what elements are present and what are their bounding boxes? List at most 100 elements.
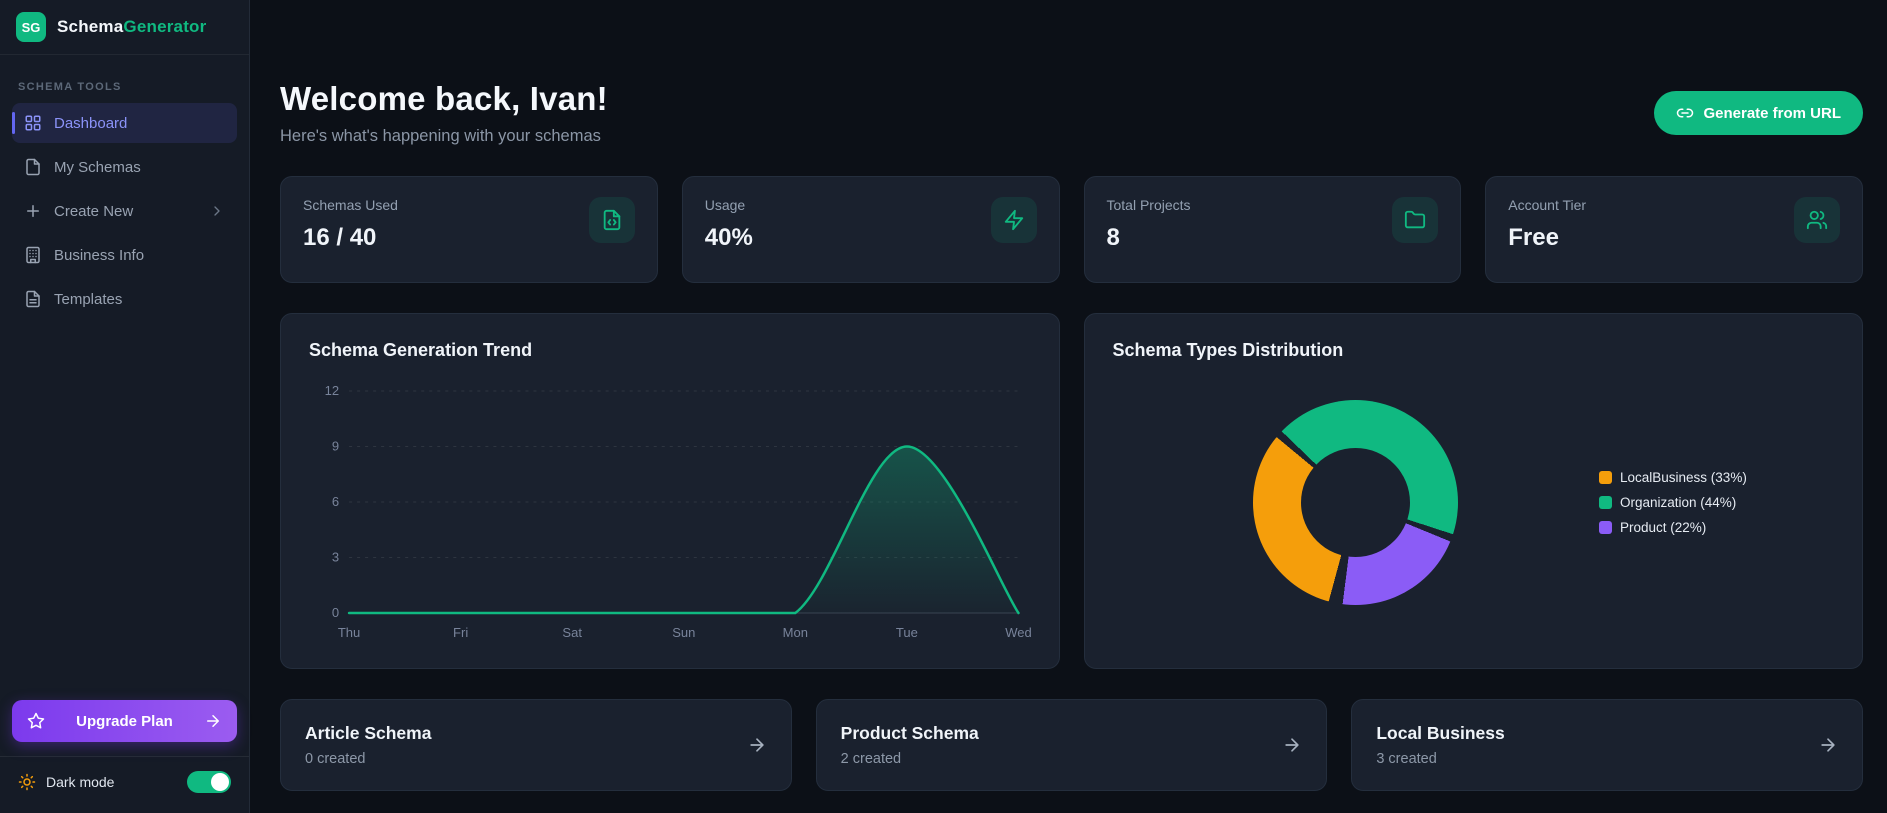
arrow-right-icon bbox=[1818, 735, 1838, 755]
svg-text:Fri: Fri bbox=[453, 625, 468, 640]
arrow-right-icon bbox=[1282, 735, 1302, 755]
stat-value: 8 bbox=[1106, 224, 1120, 251]
link-icon bbox=[1676, 104, 1694, 122]
stat-card-total-projects: Total Projects 8 bbox=[1083, 176, 1462, 283]
app-logo: SG bbox=[16, 12, 46, 42]
generate-from-url-label: Generate from URL bbox=[1703, 104, 1841, 122]
svg-text:Sun: Sun bbox=[672, 625, 695, 640]
zap-icon bbox=[990, 197, 1037, 243]
sidebar-item-label: My Schemas bbox=[54, 158, 141, 176]
stat-text: Usage 40% bbox=[705, 197, 753, 262]
stat-label: Total Projects bbox=[1106, 197, 1191, 213]
quick-action-text: Product Schema 2 created bbox=[841, 723, 979, 767]
legend-item-localbusiness: LocalBusiness (33%) bbox=[1599, 470, 1834, 485]
dark-mode-toggle[interactable] bbox=[187, 771, 231, 793]
file-code-icon bbox=[588, 197, 635, 243]
stat-label: Account Tier bbox=[1508, 197, 1587, 213]
file-icon bbox=[24, 158, 42, 176]
quick-actions-row: Article Schema 0 created Product Schema … bbox=[280, 699, 1863, 791]
sun-icon bbox=[18, 773, 36, 791]
page-subtitle: Here's what's happening with your schema… bbox=[280, 127, 601, 145]
welcome-block: Welcome back, Ivan! Here's what's happen… bbox=[280, 80, 608, 146]
star-icon bbox=[27, 712, 45, 730]
sidebar-item-templates[interactable]: Templates bbox=[12, 279, 237, 319]
brand-part2: Generator bbox=[123, 17, 207, 36]
charts-row: Schema Generation Trend 0 3 6 9 12 Thu Fri Sat S… bbox=[280, 313, 1863, 669]
sidebar-item-my-schemas[interactable]: My Schemas bbox=[12, 147, 237, 187]
quick-action-text: Local Business 3 created bbox=[1376, 723, 1504, 767]
upgrade-plan-button[interactable]: Upgrade Plan bbox=[12, 700, 237, 742]
stat-value: 16 / 40 bbox=[303, 224, 377, 251]
quick-action-title: Local Business bbox=[1376, 723, 1505, 743]
quick-action-text: Article Schema 0 created bbox=[305, 723, 431, 767]
upgrade-plan-label: Upgrade Plan bbox=[76, 712, 173, 730]
legend-label: Organization (44%) bbox=[1620, 494, 1737, 510]
legend-swatch bbox=[1599, 495, 1612, 509]
stat-label: Schemas Used bbox=[303, 197, 398, 213]
dark-mode-label: Dark mode bbox=[46, 774, 115, 790]
quick-action-count: 2 created bbox=[840, 751, 902, 767]
sidebar-item-label: Create New bbox=[54, 202, 134, 220]
distribution-chart-card: Schema Types Distribution LocalBusiness … bbox=[1083, 313, 1863, 669]
quick-action-article-schema[interactable]: Article Schema 0 created bbox=[280, 699, 792, 791]
main-content: Welcome back, Ivan! Here's what's happen… bbox=[250, 0, 1887, 813]
svg-text:Tue: Tue bbox=[896, 625, 918, 640]
dark-mode-row: Dark mode bbox=[0, 756, 249, 813]
sidebar-item-dashboard[interactable]: Dashboard bbox=[12, 103, 237, 143]
legend-label: LocalBusiness (33%) bbox=[1620, 469, 1747, 485]
sidebar-nav: Dashboard My Schemas Create New Business… bbox=[0, 103, 249, 319]
toggle-knob bbox=[211, 773, 229, 791]
quick-action-title: Article Schema bbox=[305, 723, 432, 743]
brand[interactable]: SG SchemaGenerator bbox=[0, 0, 249, 55]
quick-action-local-business[interactable]: Local Business 3 created bbox=[1351, 699, 1863, 791]
generate-from-url-button[interactable]: Generate from URL bbox=[1654, 91, 1863, 135]
brand-part1: Schema bbox=[57, 17, 124, 36]
line-chart-svg: 0 3 6 9 12 Thu Fri Sat Sun Mon Tue Wed bbox=[325, 383, 1032, 640]
donut-box bbox=[1113, 399, 1600, 605]
stat-card-account-tier: Account Tier Free bbox=[1485, 176, 1863, 283]
legend-swatch bbox=[1599, 520, 1612, 534]
quick-action-title: Product Schema bbox=[840, 723, 979, 743]
quick-action-count: 3 created bbox=[1376, 751, 1437, 767]
line-chart: 0 3 6 9 12 Thu Fri Sat Sun Mon Tue Wed bbox=[309, 377, 1032, 654]
sidebar-item-business-info[interactable]: Business Info bbox=[12, 235, 237, 275]
svg-text:0: 0 bbox=[332, 605, 339, 620]
arrow-right-icon bbox=[747, 735, 767, 755]
page-title: Welcome back, Ivan! bbox=[280, 80, 608, 117]
page-header: Welcome back, Ivan! Here's what's happen… bbox=[280, 80, 1863, 146]
svg-text:Sat: Sat bbox=[562, 625, 582, 640]
svg-text:9: 9 bbox=[332, 439, 339, 454]
legend-swatch bbox=[1599, 470, 1612, 484]
stat-value: Free bbox=[1508, 224, 1559, 251]
file-text-icon bbox=[24, 290, 42, 308]
quick-action-count: 0 created bbox=[305, 751, 366, 767]
donut-legend: LocalBusiness (33%) Organization (44%) Pro… bbox=[1599, 470, 1834, 535]
stat-card-schemas-used: Schemas Used 16 / 40 bbox=[280, 176, 658, 283]
stat-label: Usage bbox=[704, 197, 746, 213]
quick-action-product-schema[interactable]: Product Schema 2 created bbox=[815, 699, 1328, 791]
svg-text:12: 12 bbox=[325, 383, 339, 398]
arrow-right-icon bbox=[204, 712, 222, 730]
chevron-right-icon bbox=[209, 203, 225, 219]
svg-text:6: 6 bbox=[332, 494, 339, 509]
trend-chart-title: Schema Generation Trend bbox=[309, 340, 533, 360]
stat-text: Total Projects 8 bbox=[1107, 197, 1191, 262]
donut-area: LocalBusiness (33%) Organization (44%) Pro… bbox=[1113, 361, 1835, 643]
sidebar-bottom: Upgrade Plan Dark mode bbox=[0, 700, 249, 813]
sidebar-section-label: SCHEMA TOOLS bbox=[18, 81, 122, 93]
stat-text: Schemas Used 16 / 40 bbox=[303, 197, 398, 262]
donut-chart bbox=[1253, 399, 1459, 605]
legend-item-organization: Organization (44%) bbox=[1599, 495, 1834, 510]
trend-chart-card: Schema Generation Trend 0 3 6 9 12 Thu Fri Sat S… bbox=[280, 313, 1060, 669]
app-root: SG SchemaGenerator SCHEMA TOOLS Dashboar… bbox=[0, 0, 1887, 813]
stat-text: Account Tier Free bbox=[1508, 197, 1586, 262]
users-icon bbox=[1794, 197, 1840, 243]
svg-text:3: 3 bbox=[332, 550, 339, 565]
sidebar-item-create-new[interactable]: Create New bbox=[12, 191, 237, 231]
building-icon bbox=[24, 246, 42, 264]
svg-text:Mon: Mon bbox=[783, 625, 808, 640]
legend-label: Product (22%) bbox=[1620, 519, 1707, 535]
sidebar-item-label: Business Info bbox=[54, 246, 145, 264]
stat-card-usage: Usage 40% bbox=[681, 176, 1060, 283]
stat-value: 40% bbox=[704, 224, 753, 251]
